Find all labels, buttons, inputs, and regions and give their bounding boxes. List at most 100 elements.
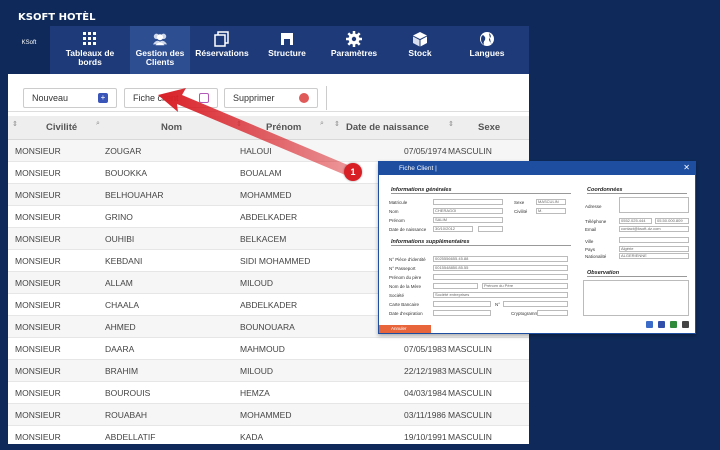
email-field[interactable]: contact@ksoft-dz.com — [619, 226, 689, 232]
filter-icon[interactable]: ⌕ — [320, 120, 324, 128]
cell-prenom: MILOUD — [240, 366, 274, 376]
annuler-button[interactable]: Annuler — [379, 325, 431, 333]
globe-icon — [479, 31, 495, 47]
cell-civilite: MONSIEUR — [15, 278, 61, 288]
prenom-field[interactable]: SALIM — [433, 217, 503, 223]
nav-label: Structure — [268, 48, 306, 58]
cell-nom: BOUOKKA — [105, 168, 148, 178]
save-icon[interactable] — [670, 321, 677, 328]
sort-icon[interactable]: ⇕ — [12, 120, 18, 128]
date-naissance-field[interactable]: 30/10/2012 — [433, 226, 473, 232]
sort-icon[interactable]: ⇕ — [334, 120, 340, 128]
label-adresse: Adresse — [585, 204, 602, 209]
filter-icon[interactable]: ⌕ — [96, 120, 100, 128]
sort-icon[interactable]: ⇕ — [236, 120, 242, 128]
cell-civilite: MONSIEUR — [15, 256, 61, 266]
col-civilite[interactable]: Civilité — [46, 122, 77, 133]
fiche-client-label: Fiche client — [133, 93, 179, 103]
piece-field[interactable]: 0025556655.45.88 — [433, 256, 568, 262]
prenom-mere-field[interactable]: Prénom du Père — [482, 283, 568, 289]
col-nom[interactable]: Nom — [161, 122, 182, 133]
cell-sexe: MASCULIN — [448, 432, 492, 442]
table-row[interactable]: MONSIEUR DAARA MAHMOUD 07/05/1983 MASCULIN — [8, 338, 529, 360]
label-carte: Carte Bancaire — [389, 302, 420, 307]
carte-num-field[interactable] — [503, 301, 568, 307]
nav-reservations[interactable]: Réservations — [190, 26, 254, 74]
label-ville: Ville — [585, 239, 594, 244]
cell-nom: DAARA — [105, 344, 135, 354]
nom-mere-field[interactable] — [433, 283, 478, 289]
nav-langues[interactable]: Langues — [452, 26, 522, 74]
label-telephone: Téléphone — [585, 219, 607, 224]
table-row[interactable]: MONSIEUR BRAHIM MILOUD 22/12/1983 MASCULIN — [8, 360, 529, 382]
cell-prenom: KADA — [240, 432, 264, 442]
telephone-field[interactable]: 0552.025.444 — [619, 218, 652, 224]
fiche-client-button[interactable]: Fiche client — [124, 88, 218, 108]
sort-icon[interactable]: ⇕ — [448, 120, 454, 128]
cell-nom: ABDELLATIF — [105, 432, 156, 442]
table-row[interactable]: MONSIEUR ABDELLATIF KADA 19/10/1991 MASCULIN — [8, 426, 529, 444]
cell-nom: AHMED — [105, 322, 136, 332]
logo-text: KSoft — [21, 40, 37, 46]
sexe-select[interactable]: MASCULIN — [536, 199, 566, 205]
ville-select[interactable] — [619, 237, 689, 243]
cell-nom: ALLAM — [105, 278, 133, 288]
table-row[interactable]: MONSIEUR ROUABAH MOHAMMED 03/11/1986 MASCULI… — [8, 404, 529, 426]
observation-field[interactable] — [583, 280, 689, 316]
app-title: KSOFT HOTÈL — [8, 10, 529, 26]
age-field[interactable] — [478, 226, 503, 232]
nav-gestion-des-clients[interactable]: Gestion des Clients — [130, 26, 190, 74]
box-icon — [412, 31, 428, 47]
nav-structure[interactable]: Structure — [254, 26, 320, 74]
close-icon[interactable]: ✕ — [683, 163, 690, 172]
col-prenom[interactable]: Prénom — [266, 122, 301, 133]
label-nationalite: Nationalité — [585, 254, 607, 259]
prenom-pere-field[interactable] — [433, 274, 568, 280]
nav-tableaux-de-bords[interactable]: Tableaux de bords — [50, 26, 130, 74]
next-icon[interactable] — [658, 321, 665, 328]
cell-prenom: ABDELKADER — [240, 212, 298, 222]
nationalite-select[interactable]: ALGERIENNE — [619, 253, 689, 259]
settings-icon[interactable] — [682, 321, 689, 328]
label-passeport: N° Passeport — [389, 266, 416, 271]
nav-parametres[interactable]: Paramètres — [320, 26, 388, 74]
cell-prenom: BELKACEM — [240, 234, 287, 244]
civilite-select[interactable]: M. — [536, 208, 566, 214]
dashboard-icon — [82, 31, 98, 47]
col-date-naissance[interactable]: Date de naissance — [346, 122, 429, 133]
label-civilite: Civilité — [514, 209, 528, 214]
nav-stock[interactable]: Stock — [388, 26, 452, 74]
pays-select[interactable]: Algérie — [619, 246, 689, 252]
cell-civilite: MONSIEUR — [15, 322, 61, 332]
adresse-field[interactable] — [619, 197, 689, 213]
table-row[interactable]: MONSIEUR BOUROUIS HEMZA 04/03/1984 MASCULIN — [8, 382, 529, 404]
cell-civilite: MONSIEUR — [15, 190, 61, 200]
cell-nom: ZOUGAR — [105, 146, 142, 156]
cell-nom: ROUABAH — [105, 410, 148, 420]
label-pays: Pays — [585, 247, 596, 252]
supprimer-label: Supprimer — [233, 93, 275, 103]
id-card-icon — [199, 93, 209, 103]
nom-field[interactable]: CHERAGOI — [433, 208, 503, 214]
cell-prenom: MAHMOUD — [240, 344, 285, 354]
table-row[interactable]: MONSIEUR ZOUGAR HALOUI 07/05/1974 MASCULIN — [8, 140, 529, 162]
matricule-field[interactable] — [433, 199, 503, 205]
cell-prenom: SIDI MOHAMMED — [240, 256, 311, 266]
carte-select[interactable] — [433, 301, 491, 307]
cell-date-naissance: 07/05/1983 — [404, 344, 447, 354]
cell-prenom: HALOUI — [240, 146, 272, 156]
fiche-client-dialog: Fiche Client | ✕ Informations générales … — [378, 161, 696, 334]
previous-icon[interactable] — [646, 321, 653, 328]
cryptogramme-field[interactable] — [537, 310, 568, 316]
cell-nom: OUHIBI — [105, 234, 135, 244]
cell-prenom: MOHAMMED — [240, 190, 292, 200]
telephone2-field[interactable]: 05.50.000.809 — [655, 218, 689, 224]
societe-field[interactable]: Société entreprises — [433, 292, 568, 298]
col-sexe[interactable]: Sexe — [478, 122, 500, 133]
expiration-field[interactable] — [433, 310, 491, 316]
passeport-field[interactable]: 0015548850.85.55 — [433, 265, 568, 271]
nav-label: Tableaux de bords — [65, 48, 115, 67]
supprimer-button[interactable]: Supprimer — [224, 88, 318, 108]
nouveau-button[interactable]: Nouveau + — [23, 88, 117, 108]
cell-sexe: MASCULIN — [448, 366, 492, 376]
